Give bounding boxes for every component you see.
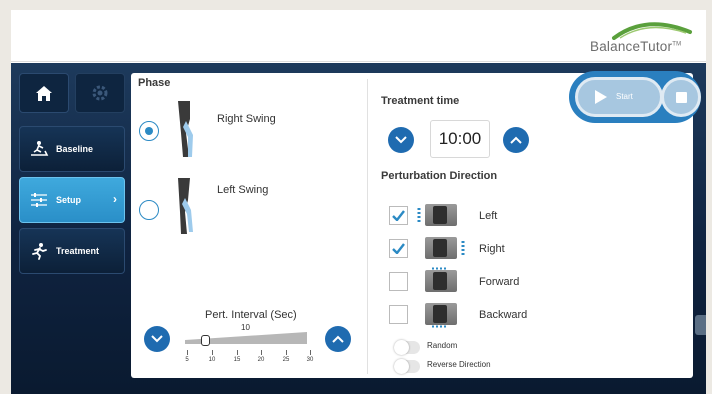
- tick-label: 15: [233, 357, 241, 363]
- chevron-down-icon: [395, 136, 407, 144]
- backward-direction-icon: [425, 303, 457, 328]
- chevron-down-icon: [151, 335, 163, 343]
- forward-direction-icon: [425, 267, 457, 292]
- tick-label: 10: [208, 357, 216, 363]
- gear-icon: [92, 85, 108, 101]
- direction-left-label: Left: [479, 210, 498, 222]
- phase-title: Phase: [138, 77, 171, 89]
- chevron-up-icon: [332, 335, 344, 343]
- interval-increase-button[interactable]: [325, 326, 351, 352]
- perturbation-title: Perturbation Direction: [381, 170, 498, 182]
- checkbox-backward[interactable]: [389, 305, 408, 324]
- checkbox-right[interactable]: [389, 239, 408, 258]
- setup-panel: Phase Right Swing Left Swing Pert. Inter…: [131, 71, 701, 378]
- chevron-right-icon: ›: [113, 192, 117, 206]
- side-panel-handle[interactable]: [695, 315, 706, 335]
- chevron-up-icon: [510, 136, 522, 144]
- left-swing-label: Left Swing: [217, 184, 269, 196]
- home-icon: [36, 85, 52, 101]
- setup-list-icon: [28, 190, 50, 210]
- checkmark-icon: [392, 210, 405, 221]
- sidebar-item-baseline[interactable]: Baseline: [19, 126, 125, 172]
- tick-label: 25: [282, 357, 290, 363]
- checkbox-left[interactable]: [389, 206, 408, 225]
- treatment-time-value[interactable]: 10:00: [430, 120, 490, 158]
- tick-label: 30: [306, 357, 314, 363]
- top-bar: BalanceTutorTM: [11, 10, 706, 62]
- treatment-time-title: Treatment time: [381, 95, 460, 107]
- start-label: Start: [616, 92, 633, 101]
- checkbox-forward[interactable]: [389, 272, 408, 291]
- stop-icon: [675, 91, 687, 103]
- treadmill-icon: [28, 139, 50, 159]
- random-label: Random: [427, 341, 458, 350]
- settings-button[interactable]: [75, 73, 125, 113]
- logo-swoosh-icon: [612, 22, 692, 40]
- reverse-direction-toggle[interactable]: [394, 359, 420, 374]
- right-direction-icon: [425, 237, 465, 259]
- sidebar-item-setup[interactable]: Setup ›: [19, 177, 125, 223]
- start-button[interactable]: Start: [575, 77, 663, 117]
- sidebar-item-label: Baseline: [56, 144, 94, 154]
- interval-title: Pert. Interval (Sec): [205, 309, 297, 321]
- brand-logo: BalanceTutorTM: [584, 18, 694, 58]
- left-direction-icon: [417, 204, 457, 226]
- checkmark-icon: [392, 243, 405, 254]
- interval-slider-thumb[interactable]: [201, 335, 210, 346]
- left-swing-legs-icon: [178, 178, 193, 234]
- sidebar-item-treatment[interactable]: Treatment: [19, 228, 125, 274]
- logo-text: BalanceTutor: [590, 39, 673, 54]
- sidebar-item-label: Treatment: [56, 246, 100, 256]
- tick-label: 20: [257, 357, 265, 363]
- right-swing-label: Right Swing: [217, 113, 276, 125]
- right-swing-legs-icon: [178, 101, 193, 157]
- direction-forward-label: Forward: [479, 276, 520, 288]
- transport-controls: Start: [569, 71, 701, 123]
- running-person-icon: [28, 241, 50, 261]
- app-window: BalanceTutorTM Baseline Setup › Treatmen…: [11, 10, 706, 394]
- tick-label: 5: [185, 357, 189, 363]
- panel-divider: [367, 79, 368, 374]
- play-icon: [595, 90, 607, 104]
- random-toggle[interactable]: [394, 340, 420, 355]
- stop-button[interactable]: [661, 77, 701, 117]
- radio-right-swing[interactable]: [139, 121, 159, 141]
- interval-decrease-button[interactable]: [144, 326, 170, 352]
- direction-backward-label: Backward: [479, 309, 528, 321]
- logo-trademark: TM: [672, 41, 682, 48]
- home-button[interactable]: [19, 73, 69, 113]
- reverse-direction-label: Reverse Direction: [427, 360, 491, 369]
- main-area: Baseline Setup › Treatment Phase Right S…: [11, 63, 706, 394]
- radio-left-swing[interactable]: [139, 200, 159, 220]
- sidebar-item-label: Setup: [56, 195, 82, 205]
- time-increase-button[interactable]: [503, 127, 529, 153]
- direction-right-label: Right: [479, 243, 505, 255]
- time-decrease-button[interactable]: [388, 127, 414, 153]
